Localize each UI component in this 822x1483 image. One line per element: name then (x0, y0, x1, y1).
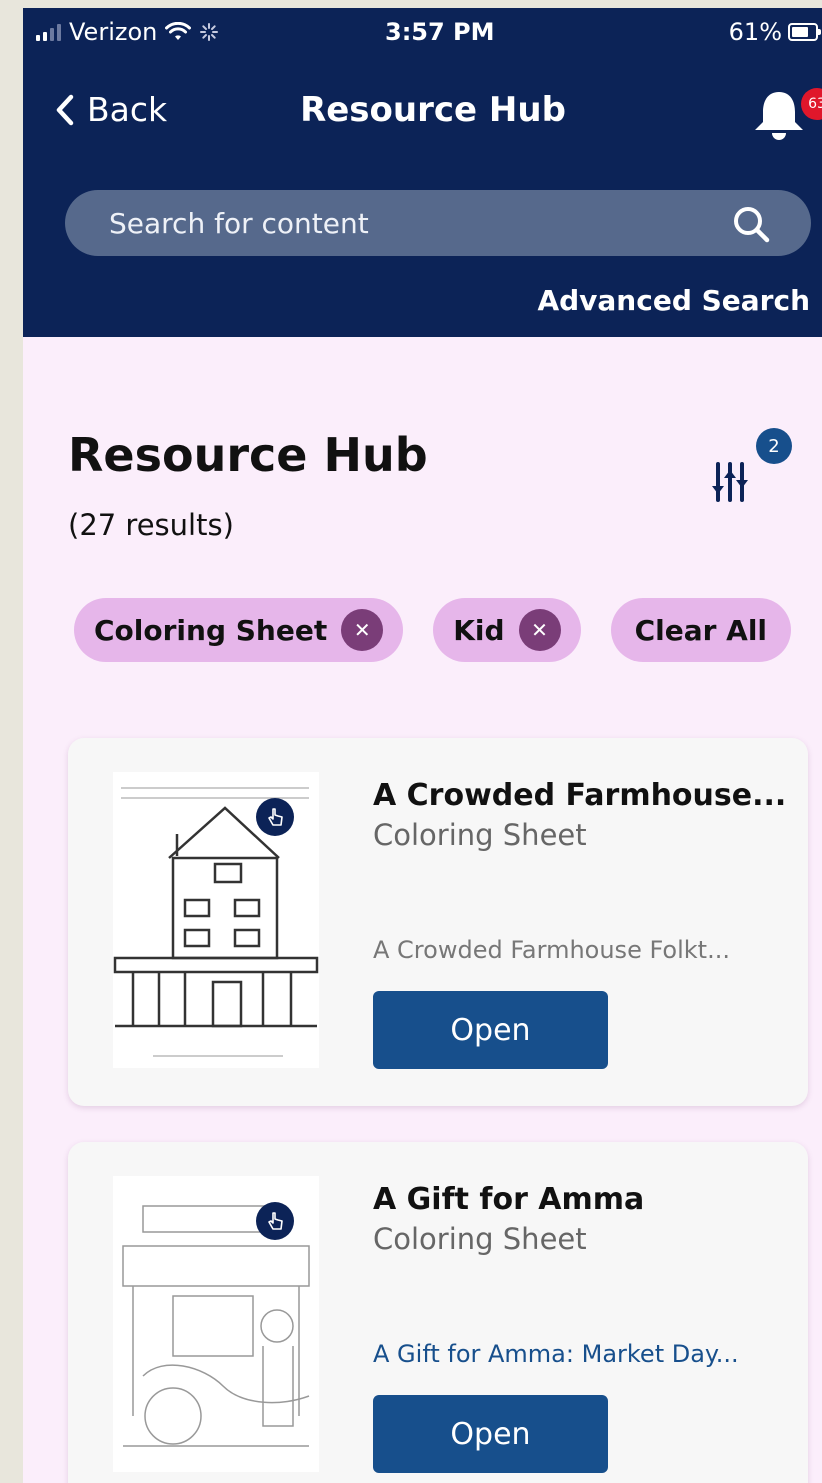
signal-icon (36, 23, 61, 41)
search-icon[interactable] (731, 204, 771, 244)
filter-button[interactable]: 2 (708, 428, 798, 508)
notifications-button[interactable]: 63 (749, 86, 822, 142)
card-type: Coloring Sheet (373, 818, 587, 852)
status-time: 3:57 PM (385, 18, 495, 46)
header-title: Resource Hub (300, 90, 566, 130)
page-title: Resource Hub (68, 428, 428, 482)
hand-pointer-icon (256, 798, 294, 836)
thumbnail-image (113, 1176, 319, 1472)
wifi-icon (165, 22, 192, 40)
clear-all-button[interactable]: Clear All (610, 598, 792, 662)
filter-chip-kid[interactable]: Kid ✕ (433, 598, 581, 662)
battery-icon (788, 23, 821, 41)
resource-card[interactable]: A Gift for Amma Coloring Sheet A Gift fo… (68, 1142, 808, 1483)
card-description: A Crowded Farmhouse Folkt... (373, 936, 730, 964)
carrier-label: Verizon (69, 18, 158, 46)
card-type: Coloring Sheet (373, 1222, 587, 1256)
activity-spinner-icon (200, 23, 219, 41)
advanced-search-link[interactable]: Advanced Search (537, 284, 810, 317)
filter-count-badge: 2 (756, 428, 792, 464)
search-input[interactable] (109, 190, 709, 256)
bell-icon (755, 92, 803, 140)
chip-label: Kid (453, 613, 505, 647)
chip-label: Coloring Sheet (94, 613, 328, 647)
sliders-icon (712, 462, 748, 502)
results-count: (27 results) (68, 508, 234, 542)
status-right: 61% (728, 18, 821, 46)
app-header: Back Resource Hub 63 Advanced Search (23, 58, 822, 337)
card-title[interactable]: A Crowded Farmhouse... (373, 778, 786, 813)
card-title[interactable]: A Gift for Amma (373, 1182, 644, 1217)
search-bar (65, 190, 811, 256)
thumbnail-image (113, 772, 319, 1068)
app-screen: Verizon 3:57 PM 61% Back Resource Hub 63… (23, 8, 822, 1483)
open-button[interactable]: Open (373, 1395, 608, 1473)
active-filter-chips: Coloring Sheet ✕ Kid ✕ Clear All (74, 598, 792, 662)
close-icon[interactable]: ✕ (341, 609, 384, 651)
filter-chip-coloring-sheet[interactable]: Coloring Sheet ✕ (74, 598, 404, 662)
close-icon[interactable]: ✕ (518, 609, 561, 651)
status-left: Verizon (36, 18, 219, 46)
hand-pointer-icon (256, 1202, 294, 1240)
card-description: A Gift for Amma: Market Day... (373, 1340, 739, 1368)
battery-percent: 61% (728, 18, 782, 46)
open-button[interactable]: Open (373, 991, 608, 1069)
status-bar: Verizon 3:57 PM 61% (23, 8, 822, 58)
resource-card[interactable]: A Crowded Farmhouse... Coloring Sheet A … (68, 738, 808, 1106)
